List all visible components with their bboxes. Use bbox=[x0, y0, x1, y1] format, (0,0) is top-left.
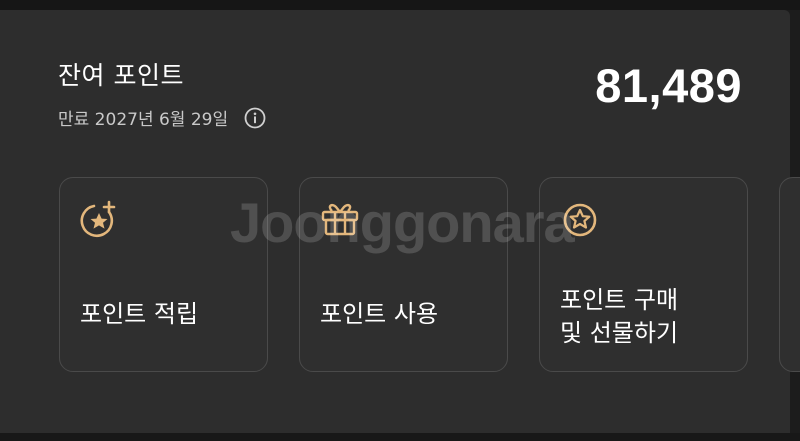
star-plus-icon bbox=[80, 200, 120, 240]
next-card-partial[interactable] bbox=[779, 177, 800, 372]
bottom-bar bbox=[0, 433, 800, 441]
buy-gift-points-label: 포인트 구매 및 선물하기 bbox=[560, 286, 679, 347]
balance-title: 잔여 포인트 bbox=[58, 61, 184, 90]
expiry-row: 만료 2027년 6월 29일 bbox=[58, 105, 266, 130]
use-points-card[interactable]: 포인트 사용 bbox=[299, 177, 508, 372]
star-circle-icon bbox=[560, 200, 600, 240]
info-icon[interactable] bbox=[244, 107, 266, 129]
earn-points-card[interactable]: 포인트 적립 bbox=[59, 177, 268, 372]
use-points-label: 포인트 사용 bbox=[320, 300, 439, 328]
earn-points-label: 포인트 적립 bbox=[80, 300, 199, 328]
expiry-date: 만료 2027년 6월 29일 bbox=[58, 110, 229, 130]
points-balance: 81,489 bbox=[595, 59, 742, 112]
buy-gift-points-card[interactable]: 포인트 구매 및 선물하기 bbox=[539, 177, 748, 372]
gift-icon bbox=[320, 200, 360, 240]
top-bar bbox=[0, 0, 800, 10]
